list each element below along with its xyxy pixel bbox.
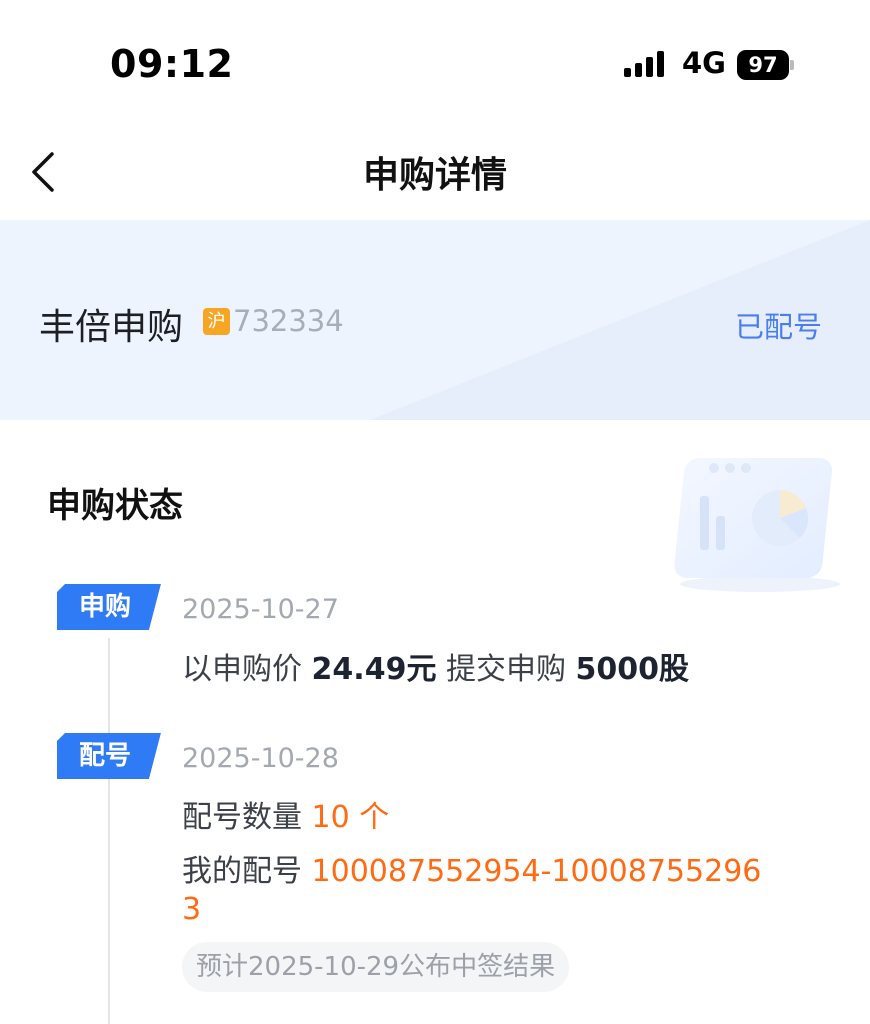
subscribe-submit-label: 提交申购: [446, 652, 566, 687]
status-bar: 09:12 4G 97: [0, 0, 870, 120]
lottery-result-note: 预计2025-10-29公布中签结果: [182, 942, 570, 992]
battery-level: 97: [737, 50, 789, 80]
subscribe-price-label: 以申购价: [182, 652, 302, 687]
allotment-count-value: 10 个: [311, 800, 390, 835]
allotment-numbers-label: 我的配号: [182, 854, 302, 889]
status-badge[interactable]: 已配号: [735, 304, 822, 346]
allotment-count: 配号数量 10 个: [182, 792, 389, 836]
timeline-date: 2025-10-28: [182, 743, 339, 774]
timeline-line: [108, 638, 110, 1024]
chart-illustration-icon: [674, 458, 840, 592]
status-time: 09:12: [110, 42, 234, 86]
allotment-numbers: 我的配号 100087552954-10008755296: [182, 846, 761, 890]
timeline-date: 2025-10-27: [182, 594, 339, 625]
nav-bar: 申购详情: [0, 120, 870, 220]
subscription-status-card: 申购状态 申购 2025-10-27 以申购价 24.49元 提交申购 5000…: [0, 420, 870, 1024]
allotment-numbers-continued: 3: [182, 892, 202, 927]
stock-header: 丰倍申购 沪 732334 已配号: [0, 220, 870, 420]
stock-name: 丰倍申购: [39, 307, 184, 348]
market-badge: 沪: [203, 308, 230, 335]
timeline-badge-label: 申购: [78, 592, 131, 622]
timeline-badge-subscribe: 申购: [57, 584, 161, 630]
allotment-numbers-value: 100087552954-10008755296: [311, 854, 762, 889]
page-title: 申购详情: [362, 155, 507, 196]
timeline-badge-label: 配号: [78, 741, 131, 771]
subscribe-price: 24.49元: [311, 652, 437, 687]
battery-icon: 97: [737, 50, 794, 80]
stock-code: 732334: [233, 304, 344, 338]
subscribe-quantity: 5000股: [575, 652, 690, 687]
timeline-badge-allotment: 配号: [57, 733, 161, 779]
signal-icon: [624, 51, 668, 77]
subscribe-detail: 以申购价 24.49元 提交申购 5000股: [182, 644, 689, 688]
allotment-count-label: 配号数量: [182, 800, 302, 835]
section-title: 申购状态: [47, 486, 183, 526]
network-type: 4G: [682, 46, 726, 80]
